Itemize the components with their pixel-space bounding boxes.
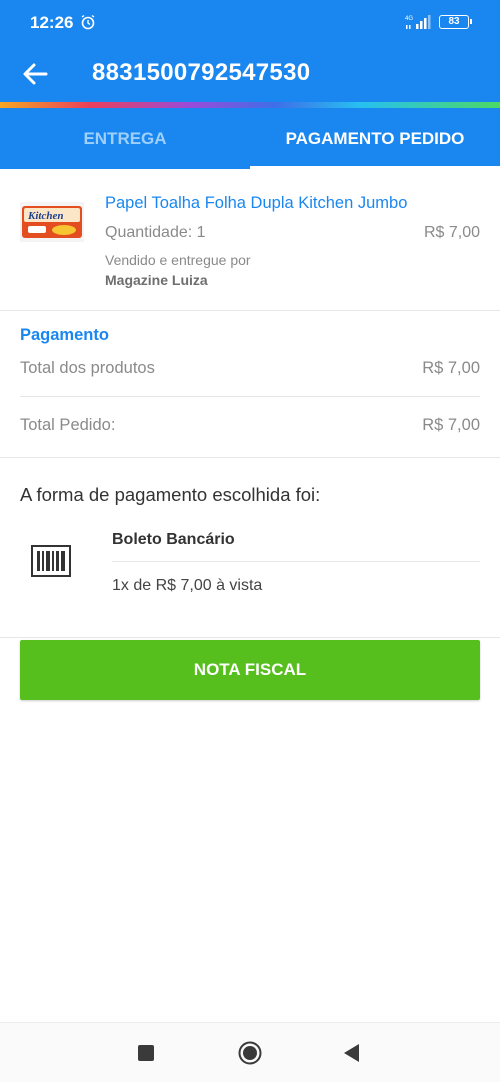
- order-number-title: 8831500792547530: [92, 59, 311, 86]
- battery-level: 83: [448, 16, 460, 27]
- nav-back-icon[interactable]: [342, 1043, 360, 1063]
- total-products-value: R$ 7,00: [422, 359, 480, 377]
- barcode-icon: [31, 545, 71, 577]
- app-bar: 8831500792547530: [0, 46, 500, 102]
- payment-method-intro: A forma de pagamento escolhida foi:: [20, 484, 321, 505]
- thumb-brand: Kitchen: [27, 210, 63, 222]
- status-bar: 12:26 4G 83: [0, 0, 500, 46]
- signal-icon: 4G: [405, 15, 431, 29]
- back-arrow-icon[interactable]: [20, 60, 50, 88]
- payment-heading: Pagamento: [20, 326, 109, 344]
- recent-apps-icon[interactable]: [138, 1045, 154, 1061]
- product-quantity: Quantidade: 1: [105, 224, 206, 241]
- tab-entrega[interactable]: ENTREGA: [0, 108, 250, 169]
- tab-pagamento-pedido[interactable]: PAGAMENTO PEDIDO: [250, 108, 500, 169]
- payment-method-name: Boleto Bancário: [112, 531, 235, 548]
- battery-icon: 83: [439, 15, 472, 29]
- product-name-link[interactable]: Papel Toalha Folha Dupla Kitchen Jumbo: [105, 194, 407, 213]
- alarm-icon: [81, 14, 95, 30]
- seller-name: Magazine Luiza: [105, 272, 208, 288]
- total-products-label: Total dos produtos: [20, 359, 155, 377]
- payment-summary: Pagamento Total dos produtos R$ 7,00 Tot…: [0, 311, 500, 458]
- row-divider: [20, 396, 480, 397]
- network-label: 4G: [405, 16, 413, 22]
- payment-installment: 1x de R$ 7,00 à vista: [112, 577, 263, 594]
- total-order-label: Total Pedido:: [20, 416, 116, 434]
- product-item[interactable]: Kitchen Papel Toalha Folha Dupla Kitchen…: [0, 169, 500, 311]
- status-time: 12:26: [30, 13, 74, 32]
- product-price: R$ 7,00: [423, 224, 480, 241]
- method-divider: [112, 561, 480, 562]
- total-order-value: R$ 7,00: [422, 416, 480, 434]
- nota-fiscal-button[interactable]: NOTA FISCAL: [20, 640, 480, 700]
- sold-by-label: Vendido e entregue por: [105, 252, 251, 268]
- tab-bar: ENTREGA PAGAMENTO PEDIDO: [0, 108, 500, 169]
- system-nav-bar: [0, 1022, 500, 1082]
- payment-method-section: A forma de pagamento escolhida foi: Bole…: [0, 458, 500, 638]
- product-thumbnail: Kitchen: [20, 202, 84, 242]
- home-icon[interactable]: [238, 1041, 262, 1065]
